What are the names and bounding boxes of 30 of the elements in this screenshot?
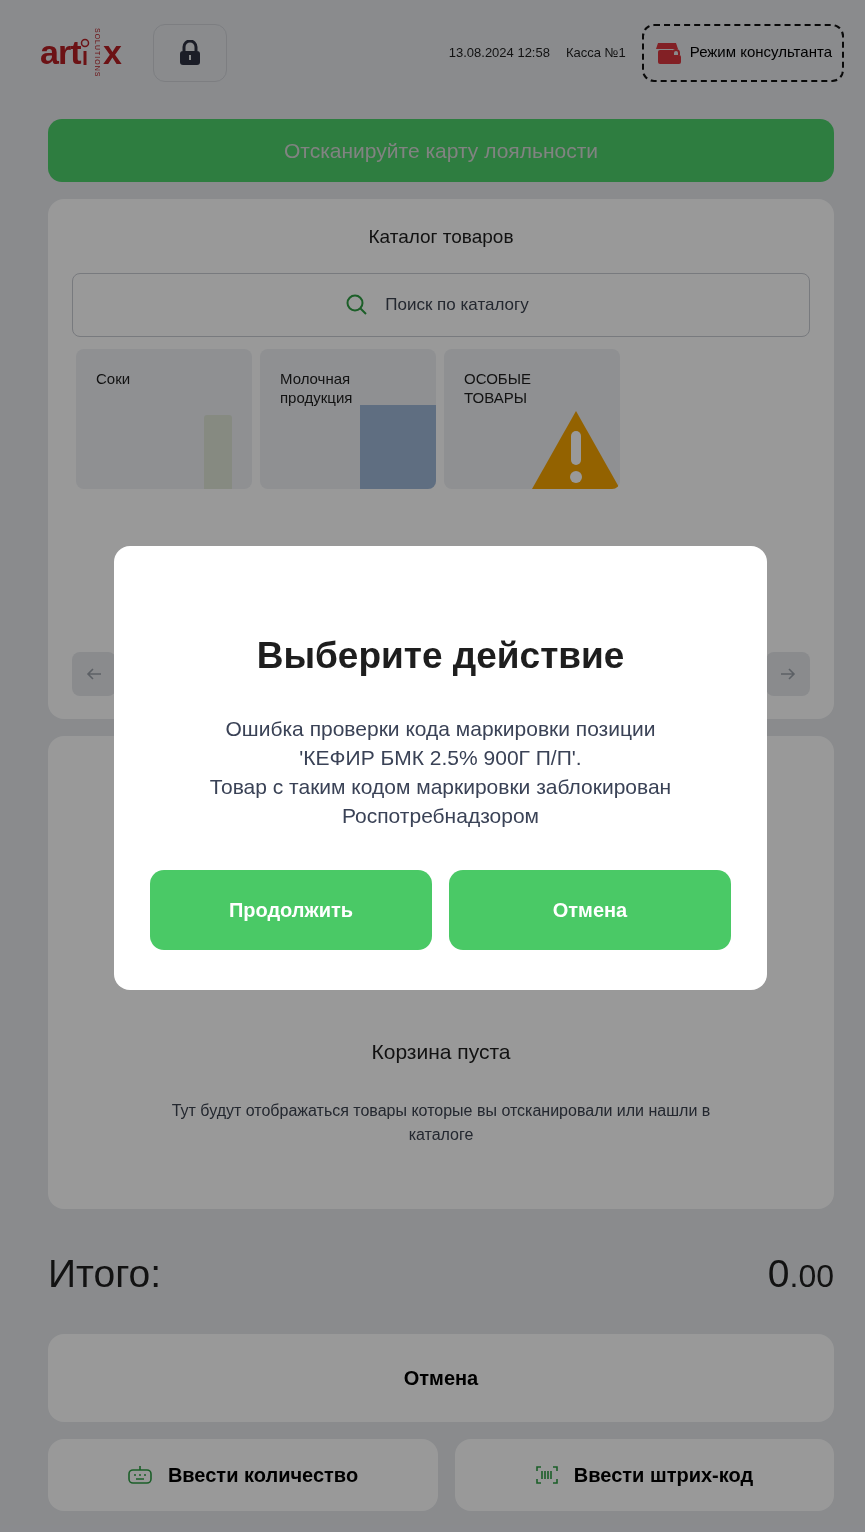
catalog-title: Каталог товаров: [367, 225, 515, 249]
arrow-icon: [780, 665, 796, 682]
previous-page-button[interactable]: [72, 651, 116, 696]
lock-button[interactable]: [152, 23, 227, 82]
cart-empty-text: Тут будут отображаться товары которые вы отсканировали или нашли в каталоге: [171, 1101, 711, 1145]
search-icon: [346, 293, 368, 316]
consultant-mode-button[interactable]: Режим консультанта: [641, 23, 844, 82]
logo-text: x: [102, 32, 121, 73]
register-label: Касса №1: [565, 43, 626, 62]
total-amount: 0.00: [767, 1251, 834, 1297]
logo-ring-icon: [80, 37, 91, 68]
lock-icon: [178, 39, 201, 66]
barcode-icon: [535, 1465, 558, 1484]
action-button[interactable]: Ввести количество: [48, 1438, 438, 1511]
search-field[interactable]: Поиск по каталогу: [72, 272, 810, 337]
loyalty-card-banner: Отсканируйте карту лояльности: [48, 119, 834, 182]
keyboard-icon: [127, 1465, 152, 1484]
category-tile[interactable]: Соки: [76, 348, 252, 489]
cancel-button[interactable]: Отмена: [48, 1333, 834, 1422]
arrow-icon: [86, 665, 102, 682]
logo-text: art: [40, 32, 81, 73]
date-time: 13.08.2024 12:58: [448, 43, 550, 62]
total-label: Итого:: [48, 1251, 162, 1297]
next-page-button[interactable]: [766, 651, 810, 696]
dialog-title: Выберите действие: [255, 634, 626, 678]
action-button[interactable]: Ввести штрих-код: [455, 1438, 834, 1511]
category-tile[interactable]: Молочная продукция: [260, 348, 436, 489]
cart-empty-title: Корзина пуста: [371, 1038, 511, 1065]
category-tile[interactable]: ОСОБЫЕ ТОВАРЫ: [444, 348, 620, 489]
dialog-message: Ошибка проверки кода маркировки позиции 'КЕФИР БМК 2.5% 900Г П/П'. Товар с таким кодом маркировки заблокирован Роспотребнадзором: [208, 716, 673, 830]
